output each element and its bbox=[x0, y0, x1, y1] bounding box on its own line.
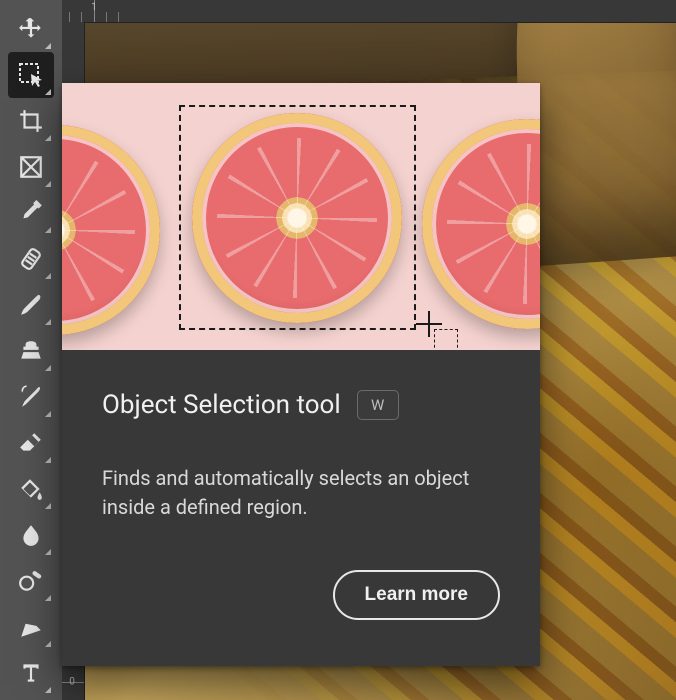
eyedropper-icon bbox=[18, 200, 44, 226]
clone-stamp-tool[interactable] bbox=[8, 328, 54, 374]
ruler-tick-label: 1 bbox=[91, 2, 97, 13]
ruler-horizontal[interactable]: 1 bbox=[62, 0, 676, 23]
learn-more-button[interactable]: Learn more bbox=[333, 570, 500, 620]
tooltip-preview-image bbox=[62, 83, 540, 350]
selection-cursor-icon bbox=[416, 311, 442, 337]
blur-tool[interactable] bbox=[8, 512, 54, 558]
healing-brush-tool[interactable] bbox=[8, 236, 54, 282]
pen-tool[interactable] bbox=[8, 604, 54, 650]
clone-stamp-icon bbox=[18, 338, 44, 364]
brush-icon bbox=[18, 292, 44, 318]
keyboard-shortcut-badge: W bbox=[357, 390, 399, 420]
tooltip-description: Finds and automatically selects an objec… bbox=[102, 464, 482, 522]
object-selection-icon bbox=[17, 61, 45, 89]
history-brush-tool[interactable] bbox=[8, 374, 54, 420]
dodge-tool[interactable] bbox=[8, 558, 54, 604]
history-brush-icon bbox=[18, 384, 44, 410]
selection-marquee bbox=[179, 105, 416, 330]
crop-tool[interactable] bbox=[8, 98, 54, 144]
frame-tool[interactable] bbox=[8, 144, 54, 190]
paint-bucket-tool[interactable] bbox=[8, 466, 54, 512]
tooltip-title: Object Selection tool bbox=[102, 390, 341, 420]
type-icon bbox=[18, 660, 44, 686]
object-selection-tool[interactable] bbox=[8, 52, 54, 98]
blur-icon bbox=[18, 522, 44, 548]
eraser-tool[interactable] bbox=[8, 420, 54, 466]
eyedropper-tool[interactable] bbox=[8, 190, 54, 236]
type-tool[interactable] bbox=[8, 650, 54, 696]
move-tool[interactable] bbox=[8, 6, 54, 52]
frame-icon bbox=[18, 154, 44, 180]
tools-panel bbox=[0, 0, 62, 700]
move-icon bbox=[18, 16, 44, 42]
dodge-icon bbox=[18, 568, 44, 594]
healing-brush-icon bbox=[18, 246, 44, 272]
preview-object bbox=[422, 119, 540, 329]
crop-icon bbox=[18, 108, 44, 134]
ruler-tick-label: 0 bbox=[69, 677, 75, 688]
brush-tool[interactable] bbox=[8, 282, 54, 328]
eraser-icon bbox=[18, 430, 44, 456]
paint-bucket-icon bbox=[18, 476, 44, 502]
pen-icon bbox=[18, 614, 44, 640]
preview-object bbox=[62, 125, 160, 335]
tool-tooltip-card: Object Selection tool W Finds and automa… bbox=[62, 83, 540, 666]
